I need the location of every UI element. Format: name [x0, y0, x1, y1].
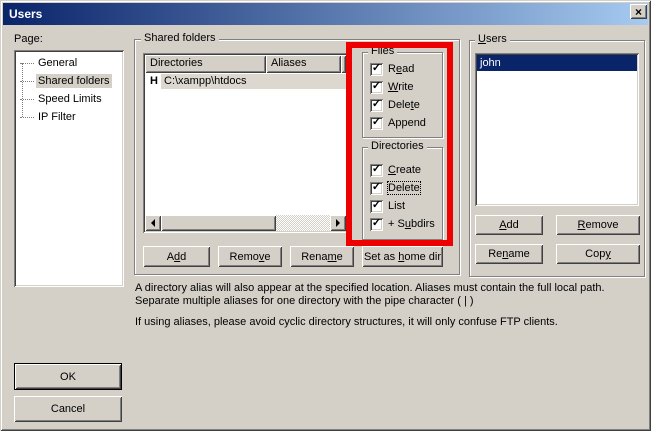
tree-item-speed-limits[interactable]: Speed Limits: [14, 90, 124, 108]
check-icon: ✓: [372, 182, 381, 193]
checkbox-box[interactable]: ✓: [370, 200, 383, 213]
shared-rename-button[interactable]: Rename: [290, 246, 354, 267]
checkbox-label: List: [388, 200, 405, 212]
checkbox-label: + Subdirs: [388, 218, 435, 230]
checkbox-label: Read: [388, 63, 414, 75]
checkbox-box[interactable]: ✓: [370, 81, 383, 94]
window-title: Users: [3, 7, 42, 21]
tree-connector: [20, 99, 34, 100]
users-rename-button[interactable]: Rename: [475, 244, 543, 264]
users-group-label: Users: [475, 34, 510, 45]
shared-remove-button[interactable]: Remove: [218, 246, 282, 267]
users-list[interactable]: john: [475, 53, 639, 206]
scroll-left-button[interactable]: [145, 215, 161, 231]
directory-path: C:\xampp\htdocs: [161, 74, 346, 89]
tree-item-label: General: [36, 56, 79, 70]
dirs-delete-checkbox[interactable]: ✓ Delete: [370, 181, 420, 195]
set-as-home-dir-button[interactable]: Set as home dir: [362, 246, 443, 267]
checkbox-box[interactable]: ✓: [370, 63, 383, 76]
checkbox-label: Delete: [388, 182, 420, 194]
button-label: Rename: [488, 248, 530, 260]
files-delete-checkbox[interactable]: ✓ Delete: [370, 98, 420, 112]
tree-item-label: Shared folders: [36, 74, 112, 88]
checkbox-label: Delete: [388, 99, 420, 111]
tree-item-label: IP Filter: [36, 110, 78, 124]
button-label: Remove: [578, 219, 619, 231]
users-remove-button[interactable]: Remove: [556, 215, 640, 235]
files-group-label: Files: [368, 46, 397, 57]
dirs-create-checkbox[interactable]: ✓ Create: [370, 163, 421, 177]
button-label: Copy: [585, 248, 611, 260]
column-header-filler: [341, 55, 346, 73]
alias-notes: A directory alias will also appear at th…: [135, 282, 647, 329]
ok-button[interactable]: OK: [14, 363, 122, 390]
check-icon: ✓: [372, 218, 381, 229]
directories-list[interactable]: Directories Aliases H C:\xampp\htdocs: [143, 53, 348, 233]
button-label: Rename: [301, 251, 343, 263]
users-copy-button[interactable]: Copy: [556, 244, 640, 264]
tree-connector: [20, 117, 34, 118]
dirs-list-checkbox[interactable]: ✓ List: [370, 199, 405, 213]
shared-add-button[interactable]: Add: [143, 246, 210, 267]
horizontal-scrollbar[interactable]: [145, 215, 346, 231]
button-label: Add: [167, 251, 187, 263]
column-header-directories[interactable]: Directories: [145, 55, 266, 73]
check-icon: ✓: [372, 117, 381, 128]
tree-connector: [20, 81, 34, 82]
page-label: Page:: [14, 33, 43, 45]
directory-row[interactable]: H C:\xampp\htdocs: [145, 73, 346, 89]
directories-list-header: Directories Aliases: [145, 55, 346, 73]
scroll-right-icon: [336, 219, 344, 227]
shared-folders-group-label: Shared folders: [141, 33, 219, 44]
button-label: Set as home dir: [364, 251, 441, 263]
home-dir-marker: H: [145, 73, 161, 89]
button-label: Add: [499, 219, 519, 231]
checkbox-box[interactable]: ✓: [370, 99, 383, 112]
check-icon: ✓: [372, 200, 381, 211]
check-icon: ✓: [372, 99, 381, 110]
tree-item-general[interactable]: General: [14, 54, 124, 72]
files-read-checkbox[interactable]: ✓ Read: [370, 62, 414, 76]
checkbox-box[interactable]: ✓: [370, 117, 383, 130]
tree-item-shared-folders[interactable]: Shared folders: [14, 72, 124, 90]
dirs-subdirs-checkbox[interactable]: ✓ + Subdirs: [370, 217, 435, 231]
check-icon: ✓: [372, 63, 381, 74]
tree-item-ip-filter[interactable]: IP Filter: [14, 108, 124, 126]
page-tree[interactable]: General Shared folders Speed Limits IP F…: [14, 50, 124, 287]
alias-note-paragraph-1: A directory alias will also appear at th…: [135, 282, 647, 308]
checkbox-box[interactable]: ✓: [370, 164, 383, 177]
close-button[interactable]: ×: [630, 4, 647, 19]
button-label: Remove: [230, 251, 271, 263]
users-add-button[interactable]: Add: [475, 215, 543, 235]
checkbox-box[interactable]: ✓: [370, 218, 383, 231]
titlebar[interactable]: Users: [3, 3, 648, 25]
scroll-left-icon: [147, 219, 155, 227]
check-icon: ✓: [372, 164, 381, 175]
check-icon: ✓: [372, 81, 381, 92]
directories-group-label: Directories: [368, 141, 427, 152]
close-icon: ×: [635, 6, 642, 18]
user-row-john[interactable]: john: [477, 55, 637, 71]
column-header-aliases[interactable]: Aliases: [266, 55, 341, 73]
tree-connector: [20, 63, 34, 64]
checkbox-box[interactable]: ✓: [370, 182, 383, 195]
checkbox-label: Append: [388, 117, 426, 129]
files-write-checkbox[interactable]: ✓ Write: [370, 80, 413, 94]
scroll-right-button[interactable]: [330, 215, 346, 231]
cancel-button[interactable]: Cancel: [14, 396, 122, 422]
tree-item-label: Speed Limits: [36, 92, 104, 106]
alias-note-paragraph-2: If using aliases, please avoid cyclic di…: [135, 316, 647, 329]
users-dialog: Users × Page: General Shared folders Spe…: [0, 0, 651, 431]
checkbox-label: Write: [388, 81, 413, 93]
scrollbar-track[interactable]: [276, 215, 330, 231]
scrollbar-thumb[interactable]: [161, 215, 276, 231]
checkbox-label: Create: [388, 164, 421, 176]
files-append-checkbox[interactable]: ✓ Append: [370, 116, 426, 130]
